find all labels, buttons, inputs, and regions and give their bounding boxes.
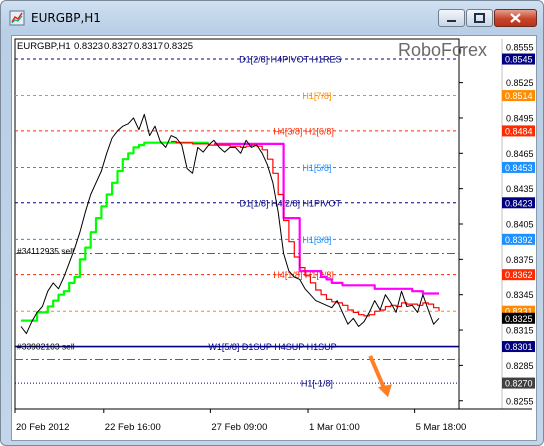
level-label: D1[2/8] H4PIVOT H1RES (239, 55, 341, 65)
chart-low: 0.8317 (134, 41, 163, 52)
price-tag-label: 0.8484 (505, 126, 533, 136)
chart-app-icon (9, 10, 25, 26)
order-label: #34112935 sell (17, 246, 74, 256)
close-button[interactable] (494, 9, 537, 27)
level-label: W1[5/8] D1SUP H4SUP H1SUP (208, 342, 336, 352)
close-icon (510, 13, 521, 23)
y-tick-label: 0.8555 (506, 43, 534, 53)
price-tag-label: 0.8325 (505, 314, 533, 324)
chart-high: 0.8327 (104, 41, 133, 52)
price-tag-label: 0.8362 (505, 270, 533, 280)
x-tick-label: 22 Feb 16:00 (105, 422, 161, 433)
price-tag-label: 0.8453 (505, 163, 533, 173)
y-tick-label: 0.8495 (506, 113, 534, 123)
level-label: H1[5/8] (302, 163, 331, 173)
chart-svg[interactable]: D1[2/8] H4PIVOT H1RES H1[7/8] H4[3/8] H1[6… (12, 36, 536, 440)
price-tag-label: 0.8301 (505, 342, 533, 352)
order-label: #33982103 sell (17, 342, 75, 352)
x-tick-label: 1 Mar 01:00 (309, 422, 360, 433)
level-label: H1[7/8] (302, 91, 331, 101)
x-tick-label: 20 Feb 2012 (16, 422, 69, 433)
y-tick-label: 0.8255 (506, 396, 534, 406)
maximize-icon (474, 13, 485, 23)
level-label: D1[1/8] H4[2/8] H1PIVOT (240, 198, 342, 208)
y-tick-label: 0.8345 (506, 290, 534, 300)
level-label: H4[3/8] H1[6/8] (273, 126, 334, 136)
minimize-icon (447, 20, 456, 22)
minimize-button[interactable] (438, 9, 465, 27)
chart-window: EURGBP,H1 D1[2/8] H4PIVOT H1RES H1[7/8] H4… (0, 0, 544, 446)
window-title: EURGBP,H1 (31, 11, 101, 25)
chart-open: 0.8323 (74, 41, 103, 52)
price-tag-label: 0.8545 (505, 55, 533, 65)
level-label: H1[-1/8] (301, 379, 333, 389)
chart-area[interactable]: D1[2/8] H4PIVOT H1RES H1[7/8] H4[3/8] H1[6… (11, 35, 537, 441)
x-axis: 20 Feb 2012 22 Feb 16:00 27 Feb 09:00 1 Mar… (14, 409, 467, 433)
y-tick-label: 0.8525 (506, 78, 534, 88)
maximize-button[interactable] (466, 9, 493, 27)
title-bar[interactable]: EURGBP,H1 (1, 1, 543, 35)
chart-close: 0.8325 (164, 41, 193, 52)
x-tick-label: 27 Feb 09:00 (211, 422, 267, 433)
y-tick-label: 0.8435 (506, 184, 534, 194)
level-label: H1[3/8] (302, 235, 331, 245)
roboforex-watermark: RoboForex (398, 40, 487, 60)
y-tick-label: 0.8465 (506, 149, 534, 159)
y-tick-label: 0.8405 (506, 220, 534, 230)
y-tick-label: 0.8315 (506, 326, 534, 336)
chart-symbol: EURGBP,H1 (17, 41, 71, 52)
price-tag-label: 0.8423 (505, 198, 533, 208)
x-tick-label: 5 Mar 18:00 (416, 422, 467, 433)
y-tick-label: 0.8375 (506, 255, 534, 265)
price-tag-label: 0.8270 (505, 379, 533, 389)
price-tag-label: 0.8392 (505, 235, 533, 245)
y-tick-label: 0.8285 (506, 361, 534, 371)
price-tag-label: 0.8514 (505, 91, 533, 101)
